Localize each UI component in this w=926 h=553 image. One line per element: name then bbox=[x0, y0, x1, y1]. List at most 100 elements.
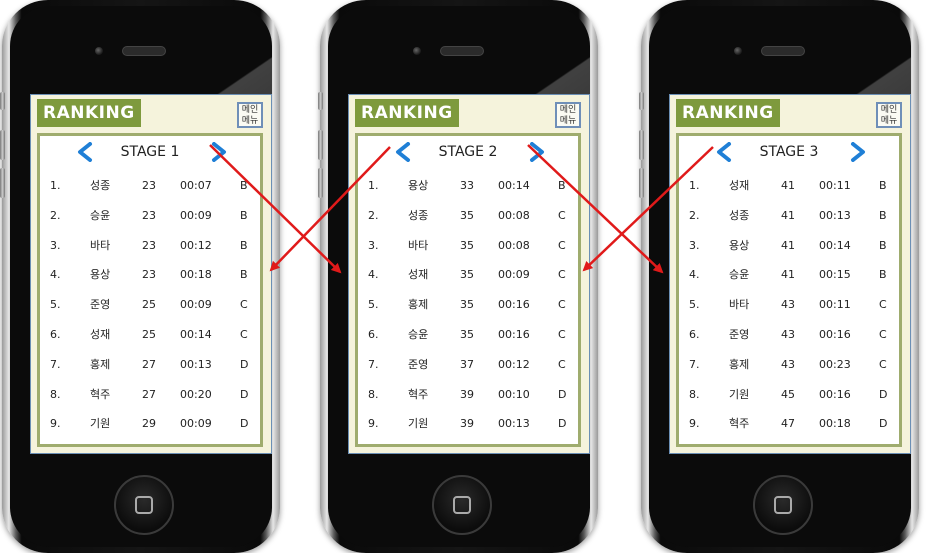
time-cell: 00:16 bbox=[819, 387, 851, 401]
time-cell: 00:20 bbox=[180, 387, 212, 401]
score-cell: 41 bbox=[781, 268, 795, 282]
chevron-right-icon[interactable] bbox=[526, 142, 546, 162]
rank-cell: 4. bbox=[50, 268, 61, 282]
table-row: 2. 성종 41 00:13 B bbox=[679, 206, 899, 236]
ranking-header: RANKING bbox=[676, 99, 780, 127]
score-cell: 39 bbox=[460, 417, 474, 431]
page-title: RANKING bbox=[361, 103, 453, 123]
score-cell: 43 bbox=[781, 298, 795, 312]
ranking-panel: STAGE 1 1. 성종 23 00:07 B 2. 승윤 23 00:09 B 3. 바타 23 00:… bbox=[37, 133, 263, 447]
time-cell: 00:08 bbox=[498, 208, 530, 222]
time-cell: 00:15 bbox=[819, 268, 851, 282]
time-cell: 00:13 bbox=[498, 417, 530, 431]
volume-up-button bbox=[639, 130, 644, 160]
name-cell: 승윤 bbox=[90, 208, 111, 222]
time-cell: 00:13 bbox=[819, 208, 851, 222]
score-cell: 35 bbox=[460, 238, 474, 252]
rank-cell: 4. bbox=[368, 268, 379, 282]
ranking-table: 1. 용상 33 00:14 B 2. 성종 35 00:08 C 3. 바타 35 00:08 C 4. 성재… bbox=[358, 176, 578, 444]
rank-cell: 1. bbox=[368, 179, 379, 192]
grade-cell: B bbox=[879, 208, 887, 222]
speaker-grille bbox=[440, 46, 484, 56]
name-cell: 승윤 bbox=[729, 268, 750, 282]
score-cell: 23 bbox=[142, 238, 156, 252]
rank-cell: 8. bbox=[368, 387, 379, 401]
rank-cell: 8. bbox=[689, 387, 700, 401]
home-button[interactable] bbox=[432, 475, 492, 535]
name-cell: 혁주 bbox=[90, 387, 111, 401]
grade-cell: D bbox=[240, 357, 249, 371]
table-row: 4. 승윤 41 00:15 B bbox=[679, 265, 899, 295]
rank-cell: 5. bbox=[50, 298, 61, 312]
main-menu-button[interactable]: 메인 메뉴 bbox=[876, 102, 902, 128]
score-cell: 39 bbox=[460, 387, 474, 401]
score-cell: 37 bbox=[460, 357, 474, 371]
volume-up-button bbox=[0, 130, 5, 160]
score-cell: 35 bbox=[460, 268, 474, 282]
score-cell: 33 bbox=[460, 179, 474, 192]
page-title: RANKING bbox=[682, 103, 774, 123]
stage-selector: STAGE 1 bbox=[40, 140, 260, 164]
page-title: RANKING bbox=[43, 103, 135, 123]
rank-cell: 3. bbox=[689, 238, 700, 252]
time-cell: 00:09 bbox=[180, 298, 212, 312]
chevron-right-icon[interactable] bbox=[847, 142, 867, 162]
mute-switch bbox=[0, 92, 5, 110]
score-cell: 47 bbox=[781, 417, 795, 431]
grade-cell: C bbox=[558, 238, 566, 252]
name-cell: 준영 bbox=[408, 357, 429, 371]
home-button-icon bbox=[774, 496, 792, 514]
rank-cell: 3. bbox=[368, 238, 379, 252]
table-row: 9. 혁주 47 00:18 D bbox=[679, 414, 899, 444]
phone-1: RANKING 메인 메뉴 STAGE 1 1. 성종 23 00:07 B 2. 승윤 23 00:… bbox=[0, 0, 280, 553]
ranking-screen: RANKING 메인 메뉴 STAGE 2 1. 용상 33 00:14 B 2. 성종 35 00:… bbox=[348, 94, 590, 454]
stage-selector: STAGE 3 bbox=[679, 140, 899, 164]
grade-cell: B bbox=[240, 179, 248, 192]
score-cell: 25 bbox=[142, 298, 156, 312]
rank-cell: 5. bbox=[689, 298, 700, 312]
home-button[interactable] bbox=[114, 475, 174, 535]
time-cell: 00:14 bbox=[498, 179, 530, 192]
grade-cell: C bbox=[558, 327, 566, 341]
main-menu-button[interactable]: 메인 메뉴 bbox=[237, 102, 263, 128]
name-cell: 성종 bbox=[408, 208, 429, 222]
rank-cell: 4. bbox=[689, 268, 700, 282]
chevron-right-icon[interactable] bbox=[208, 142, 228, 162]
score-cell: 29 bbox=[142, 417, 156, 431]
score-cell: 27 bbox=[142, 357, 156, 371]
rank-cell: 6. bbox=[689, 327, 700, 341]
score-cell: 35 bbox=[460, 327, 474, 341]
score-cell: 41 bbox=[781, 179, 795, 192]
rank-cell: 7. bbox=[368, 357, 379, 371]
ranking-screen: RANKING 메인 메뉴 STAGE 1 1. 성종 23 00:07 B 2. 승윤 23 00:… bbox=[30, 94, 272, 454]
table-row: 6. 준영 43 00:16 C bbox=[679, 325, 899, 355]
grade-cell: C bbox=[558, 208, 566, 222]
name-cell: 성종 bbox=[90, 179, 111, 192]
table-row: 1. 성종 23 00:07 B bbox=[40, 176, 260, 206]
table-row: 9. 기원 29 00:09 D bbox=[40, 414, 260, 444]
name-cell: 기원 bbox=[408, 417, 429, 431]
score-cell: 35 bbox=[460, 298, 474, 312]
home-button[interactable] bbox=[753, 475, 813, 535]
table-row: 8. 혁주 39 00:10 D bbox=[358, 385, 578, 415]
time-cell: 00:16 bbox=[498, 298, 530, 312]
time-cell: 00:09 bbox=[180, 208, 212, 222]
table-row: 8. 혁주 27 00:20 D bbox=[40, 385, 260, 415]
ranking-screen: RANKING 메인 메뉴 STAGE 3 1. 성재 41 00:11 B 2. 성종 41 00:… bbox=[669, 94, 911, 454]
stage-selector: STAGE 2 bbox=[358, 140, 578, 164]
rank-cell: 1. bbox=[50, 179, 61, 192]
home-button-icon bbox=[453, 496, 471, 514]
table-row: 7. 홍제 43 00:23 C bbox=[679, 355, 899, 385]
ranking-panel: STAGE 3 1. 성재 41 00:11 B 2. 성종 41 00:13 B 3. 용상 41 00:… bbox=[676, 133, 902, 447]
rank-cell: 6. bbox=[50, 327, 61, 341]
time-cell: 00:23 bbox=[819, 357, 851, 371]
volume-down-button bbox=[0, 168, 5, 198]
rank-cell: 9. bbox=[50, 417, 61, 431]
score-cell: 25 bbox=[142, 327, 156, 341]
ranking-panel: STAGE 2 1. 용상 33 00:14 B 2. 성종 35 00:08 C 3. 바타 35 00:… bbox=[355, 133, 581, 447]
rank-cell: 6. bbox=[368, 327, 379, 341]
main-menu-button[interactable]: 메인 메뉴 bbox=[555, 102, 581, 128]
name-cell: 바타 bbox=[90, 238, 111, 252]
grade-cell: C bbox=[558, 357, 566, 371]
table-row: 3. 바타 23 00:12 B bbox=[40, 236, 260, 266]
